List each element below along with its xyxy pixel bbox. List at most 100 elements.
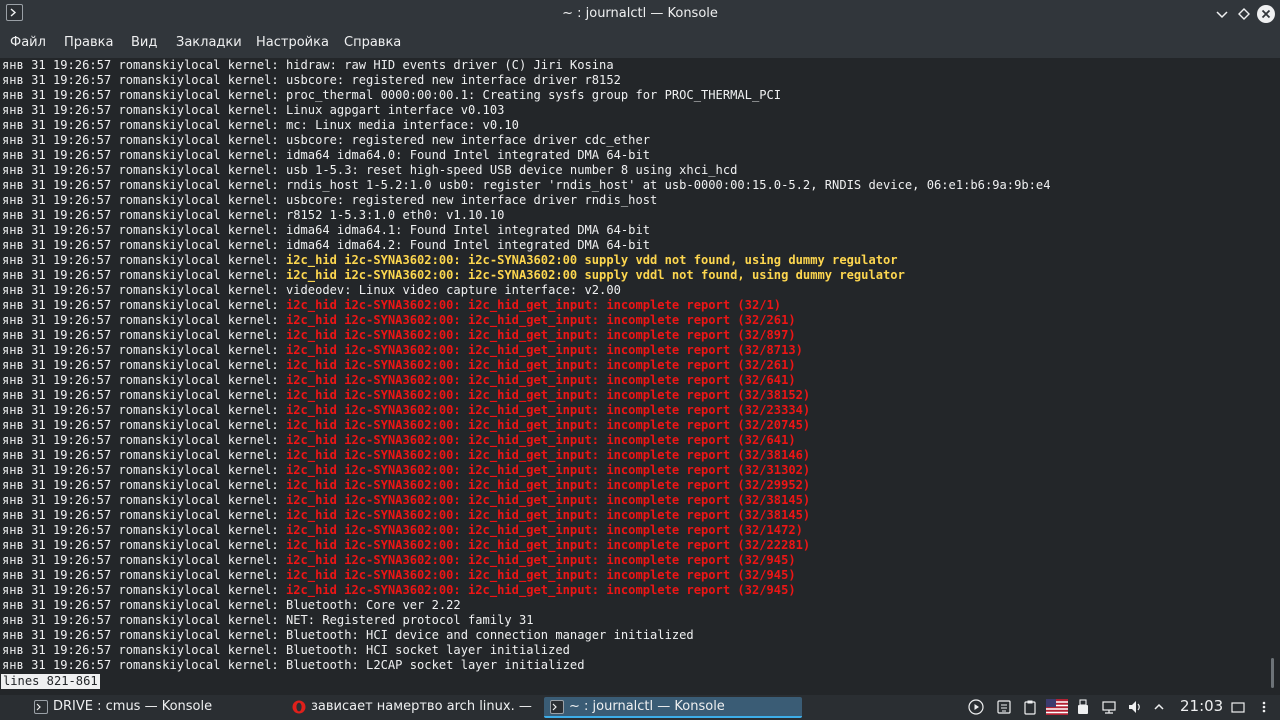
menu-view[interactable]: Вид xyxy=(131,35,157,50)
log-prefix: янв 31 19:26:57 romanskiylocal kernel: xyxy=(2,148,286,162)
log-line: янв 31 19:26:57 romanskiylocal kernel: u… xyxy=(2,133,1050,148)
log-line: янв 31 19:26:57 romanskiylocal kernel: B… xyxy=(2,628,1050,643)
log-line: янв 31 19:26:57 romanskiylocal kernel: i… xyxy=(2,298,1050,313)
chevron-up-icon[interactable] xyxy=(1151,699,1167,715)
log-message: i2c_hid i2c-SYNA3602:00: i2c_hid_get_inp… xyxy=(285,388,811,402)
log-line: янв 31 19:26:57 romanskiylocal kernel: i… xyxy=(2,478,1050,493)
menu-bookmarks[interactable]: Закладки xyxy=(176,35,242,50)
media-play-icon[interactable] xyxy=(968,699,984,715)
log-message: NET: Registered protocol family 31 xyxy=(285,613,534,627)
log-line: янв 31 19:26:57 romanskiylocal kernel: i… xyxy=(2,223,1050,238)
keyboard-icon[interactable] xyxy=(996,699,1012,715)
log-message: i2c_hid i2c-SYNA3602:00: i2c_hid_get_inp… xyxy=(285,583,796,597)
log-message: r8152 1-5.3:1.0 eth0: v1.10.10 xyxy=(285,208,505,222)
diamond-icon xyxy=(1238,8,1250,20)
log-message: i2c_hid i2c-SYNA3602:00: i2c_hid_get_inp… xyxy=(285,478,811,492)
log-message: videodev: Linux video capture interface:… xyxy=(285,283,621,297)
log-message: usbcore: registered new interface driver… xyxy=(285,193,658,207)
log-prefix: янв 31 19:26:57 romanskiylocal kernel: xyxy=(2,508,286,522)
log-prefix: янв 31 19:26:57 romanskiylocal kernel: xyxy=(2,283,286,297)
network-icon[interactable] xyxy=(1101,699,1117,715)
log-message: idma64 idma64.0: Found Intel integrated … xyxy=(285,148,651,162)
log-message: i2c_hid i2c-SYNA3602:00: i2c-SYNA3602:00… xyxy=(285,253,898,267)
log-message: i2c_hid i2c-SYNA3602:00: i2c_hid_get_inp… xyxy=(285,538,811,552)
log-prefix: янв 31 19:26:57 romanskiylocal kernel: xyxy=(2,643,286,657)
task-opera-browser[interactable]: зависает намертво arch linux. — ... xyxy=(286,697,541,718)
log-message: mc: Linux media interface: v0.10 xyxy=(285,118,519,132)
log-prefix: янв 31 19:26:57 romanskiylocal kernel: xyxy=(2,328,286,342)
menu-edit[interactable]: Правка xyxy=(64,35,113,50)
clock[interactable]: 21:03 xyxy=(1180,697,1223,715)
log-message: i2c_hid i2c-SYNA3602:00: i2c_hid_get_inp… xyxy=(285,493,811,507)
log-prefix: янв 31 19:26:57 romanskiylocal kernel: xyxy=(2,478,286,492)
log-message: i2c_hid i2c-SYNA3602:00: i2c_hid_get_inp… xyxy=(285,508,811,522)
log-message: i2c_hid i2c-SYNA3602:00: i2c_hid_get_inp… xyxy=(285,568,796,582)
log-prefix: янв 31 19:26:57 romanskiylocal kernel: xyxy=(2,433,286,447)
log-prefix: янв 31 19:26:57 romanskiylocal kernel: xyxy=(2,268,286,282)
log-message: Bluetooth: HCI socket layer initialized xyxy=(285,643,570,657)
log-message: i2c_hid i2c-SYNA3602:00: i2c_hid_get_inp… xyxy=(285,328,796,342)
log-line: янв 31 19:26:57 romanskiylocal kernel: m… xyxy=(2,118,1050,133)
maximize-button[interactable] xyxy=(1235,5,1253,23)
log-line: янв 31 19:26:57 romanskiylocal kernel: i… xyxy=(2,253,1050,268)
task-cmus-konsole[interactable]: DRIVE : cmus — Konsole xyxy=(28,697,283,718)
log-line: янв 31 19:26:57 romanskiylocal kernel: v… xyxy=(2,283,1050,298)
log-line: янв 31 19:26:57 romanskiylocal kernel: h… xyxy=(2,58,1050,73)
log-prefix: янв 31 19:26:57 romanskiylocal kernel: xyxy=(2,298,286,312)
menu-help[interactable]: Справка xyxy=(344,35,401,50)
task-label: зависает намертво arch linux. — ... xyxy=(311,699,537,714)
log-message: i2c_hid i2c-SYNA3602:00: i2c_hid_get_inp… xyxy=(285,403,811,417)
log-prefix: янв 31 19:26:57 romanskiylocal kernel: xyxy=(2,403,286,417)
log-prefix: янв 31 19:26:57 romanskiylocal kernel: xyxy=(2,178,286,192)
log-line: янв 31 19:26:57 romanskiylocal kernel: i… xyxy=(2,523,1050,538)
log-message: Bluetooth: L2CAP socket layer initialize… xyxy=(285,658,585,672)
log-line: янв 31 19:26:57 romanskiylocal kernel: i… xyxy=(2,538,1050,553)
close-button[interactable] xyxy=(1256,4,1276,24)
log-prefix: янв 31 19:26:57 romanskiylocal kernel: xyxy=(2,73,286,87)
task-journalctl-konsole[interactable]: ~ : journalctl — Konsole xyxy=(544,697,802,718)
log-line: янв 31 19:26:57 romanskiylocal kernel: u… xyxy=(2,163,1050,178)
log-prefix: янв 31 19:26:57 romanskiylocal kernel: xyxy=(2,448,286,462)
log-prefix: янв 31 19:26:57 romanskiylocal kernel: xyxy=(2,523,286,537)
show-desktop-icon[interactable] xyxy=(1230,699,1246,715)
volume-icon[interactable] xyxy=(1127,699,1143,715)
journal-log: янв 31 19:26:57 romanskiylocal kernel: h… xyxy=(2,58,1050,673)
log-line: янв 31 19:26:57 romanskiylocal kernel: u… xyxy=(2,73,1050,88)
menu-settings[interactable]: Настройка xyxy=(256,35,329,50)
log-line: янв 31 19:26:57 romanskiylocal kernel: r… xyxy=(2,208,1050,223)
log-line: янв 31 19:26:57 romanskiylocal kernel: B… xyxy=(2,643,1050,658)
log-line: янв 31 19:26:57 romanskiylocal kernel: i… xyxy=(2,508,1050,523)
log-line: янв 31 19:26:57 romanskiylocal kernel: i… xyxy=(2,493,1050,508)
log-prefix: янв 31 19:26:57 romanskiylocal kernel: xyxy=(2,343,286,357)
log-message: Bluetooth: Core ver 2.22 xyxy=(285,598,461,612)
clipboard-icon[interactable] xyxy=(1022,699,1038,715)
log-line: янв 31 19:26:57 romanskiylocal kernel: i… xyxy=(2,583,1050,598)
log-prefix: янв 31 19:26:57 romanskiylocal kernel: xyxy=(2,583,286,597)
log-prefix: янв 31 19:26:57 romanskiylocal kernel: xyxy=(2,358,286,372)
log-line: янв 31 19:26:57 romanskiylocal kernel: B… xyxy=(2,658,1050,673)
close-icon xyxy=(1257,5,1275,23)
minimize-button[interactable] xyxy=(1213,5,1231,23)
menu-file[interactable]: Файл xyxy=(10,35,46,50)
log-prefix: янв 31 19:26:57 romanskiylocal kernel: xyxy=(2,118,286,132)
log-prefix: янв 31 19:26:57 romanskiylocal kernel: xyxy=(2,133,286,147)
log-line: янв 31 19:26:57 romanskiylocal kernel: i… xyxy=(2,463,1050,478)
log-message: idma64 idma64.2: Found Intel integrated … xyxy=(285,238,651,252)
terminal-output[interactable]: янв 31 19:26:57 romanskiylocal kernel: h… xyxy=(0,58,1280,695)
log-message: i2c_hid i2c-SYNA3602:00: i2c_hid_get_inp… xyxy=(285,298,782,312)
task-label: ~ : journalctl — Konsole xyxy=(569,699,725,714)
log-prefix: янв 31 19:26:57 romanskiylocal kernel: xyxy=(2,313,286,327)
log-message: usbcore: registered new interface driver… xyxy=(285,133,651,147)
terminal-icon xyxy=(550,700,564,714)
log-prefix: янв 31 19:26:57 romanskiylocal kernel: xyxy=(2,223,286,237)
usb-device-icon[interactable] xyxy=(1075,699,1091,715)
window-titlebar[interactable]: ~ : journalctl — Konsole xyxy=(0,0,1280,28)
opera-icon xyxy=(292,700,306,714)
log-prefix: янв 31 19:26:57 romanskiylocal kernel: xyxy=(2,193,286,207)
menu-dots-icon[interactable] xyxy=(1256,699,1272,715)
log-message: usbcore: registered new interface driver… xyxy=(285,73,621,87)
log-prefix: янв 31 19:26:57 romanskiylocal kernel: xyxy=(2,538,286,552)
log-message: proc_thermal 0000:00:00.1: Creating sysf… xyxy=(285,88,782,102)
scrollbar-handle[interactable] xyxy=(1271,658,1274,688)
us-flag-icon[interactable] xyxy=(1046,699,1068,715)
